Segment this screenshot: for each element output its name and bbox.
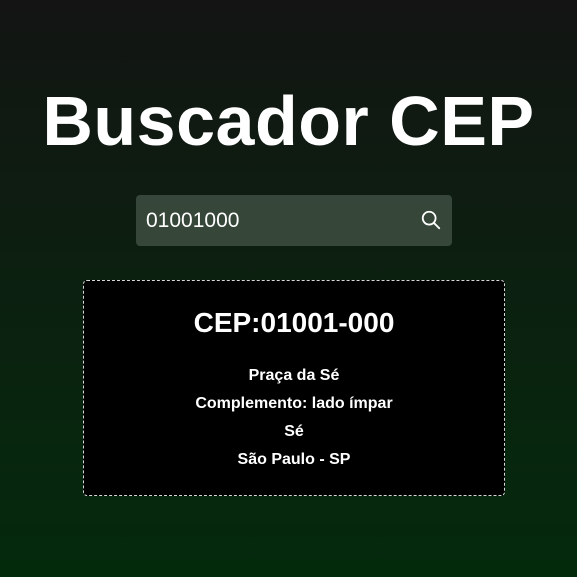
page-title: Buscador CEP — [42, 82, 535, 160]
cep-result-heading: CEP:01001-000 — [84, 306, 504, 340]
search-icon — [421, 210, 441, 230]
cep-label: CEP: — [193, 307, 261, 338]
logradouro-text: Praça da Sé — [248, 367, 340, 384]
cep-search-input[interactable] — [136, 195, 406, 246]
search-button[interactable] — [418, 207, 444, 233]
bairro-text: Sé — [284, 423, 304, 440]
cidade-uf-text: São Paulo - SP — [237, 451, 351, 468]
cep-value: 01001-000 — [260, 307, 395, 338]
result-card: CEP:01001-000 Praça da Sé Complemento: l… — [83, 280, 505, 496]
search-box — [136, 195, 452, 246]
complemento-text: Complemento: lado ímpar — [195, 395, 393, 412]
